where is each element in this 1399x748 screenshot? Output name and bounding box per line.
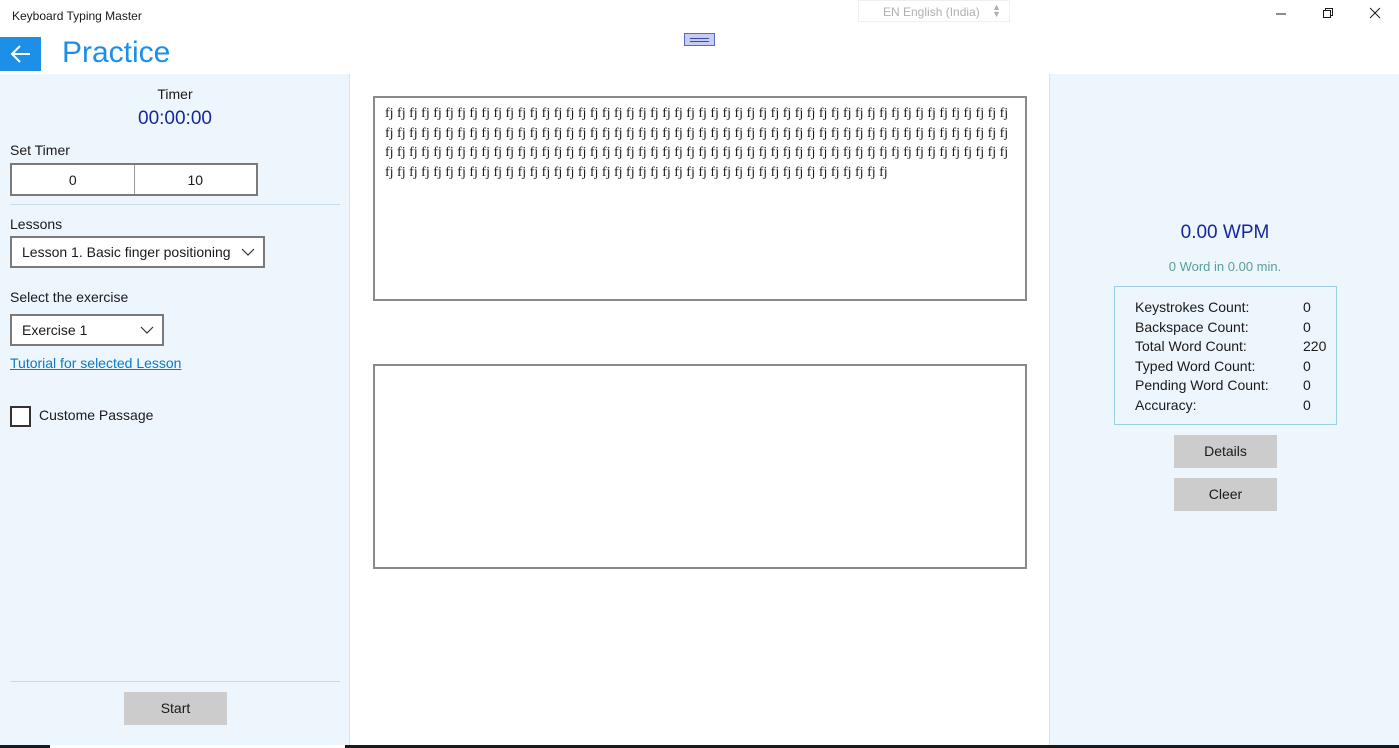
title-bar: Keyboard Typing Master EN English (India…	[0, 0, 1399, 34]
passage-text: fj fj fj fj fj fj fj fj fj fj fj fj fj f…	[373, 96, 1027, 301]
stat-value: 0	[1303, 299, 1311, 315]
wpm-value: 0.00 WPM	[1180, 222, 1270, 243]
typing-area: fj fj fj fj fj fj fj fj fj fj fj fj fj f…	[350, 74, 1049, 748]
stat-row: Accuracy: 0	[1135, 397, 1336, 417]
stat-row: Backspace Count: 0	[1135, 319, 1336, 339]
stat-row: Total Word Count: 220	[1135, 338, 1336, 358]
exercise-label: Select the exercise	[10, 289, 129, 305]
lesson-dropdown[interactable]: Lesson 1. Basic finger positioning	[10, 236, 265, 268]
exercise-selected-value: Exercise 1	[22, 322, 88, 338]
custom-passage-label: Custome Passage	[39, 407, 154, 423]
details-button[interactable]: Details	[1174, 435, 1277, 468]
minimize-button[interactable]	[1266, 6, 1296, 28]
typing-input[interactable]	[373, 364, 1027, 569]
timer-seconds-input[interactable]: 10	[135, 165, 257, 194]
timer-label: Timer	[157, 86, 193, 102]
divider	[10, 681, 340, 682]
stats-box: Keystrokes Count: 0 Backspace Count: 0 Tot…	[1114, 286, 1337, 425]
restore-icon	[1323, 8, 1333, 18]
divider	[10, 204, 340, 205]
stats-panel: 0.00 WPM 0 Word in 0.00 min. Keystrokes …	[1049, 74, 1399, 748]
exercise-dropdown[interactable]: Exercise 1	[10, 314, 164, 346]
stat-value: 0	[1303, 357, 1311, 374]
chevron-down-icon	[241, 248, 255, 256]
close-icon	[1369, 7, 1381, 19]
back-arrow-icon	[10, 45, 30, 63]
stat-value: 0	[1303, 396, 1311, 413]
lesson-selected-value: Lesson 1. Basic finger positioning	[22, 244, 231, 260]
back-button[interactable]	[0, 37, 41, 71]
word-min-summary: 0 Word in 0.00 min.	[1168, 259, 1282, 274]
minimize-icon	[1276, 13, 1286, 15]
language-label: EN English (India)	[883, 5, 980, 19]
updown-arrows-icon: ▲ ▼	[992, 2, 1001, 19]
chevron-down-icon	[140, 326, 154, 334]
stat-label: Accuracy:	[1135, 396, 1197, 413]
custom-passage-checkbox[interactable]	[10, 406, 31, 427]
settings-panel: Timer 00:00:00 Set Timer 0 10 Lessons Le…	[0, 74, 350, 748]
keyboard-toggle-button[interactable]	[684, 33, 715, 46]
stat-row: Keystrokes Count: 0	[1135, 299, 1336, 319]
stat-row: Typed Word Count: 0	[1135, 358, 1336, 378]
timer-minutes-input[interactable]: 0	[12, 165, 135, 194]
restore-button[interactable]	[1313, 6, 1343, 28]
stat-label: Total Word Count:	[1135, 338, 1247, 354]
page-title: Practice	[62, 36, 171, 69]
stat-label: Typed Word Count:	[1135, 357, 1256, 374]
set-timer-input: 0 10	[10, 163, 258, 196]
lessons-label: Lessons	[10, 216, 63, 232]
stat-label: Backspace Count:	[1135, 318, 1249, 335]
stat-value: 0	[1303, 318, 1311, 335]
start-button[interactable]: Start	[124, 692, 227, 725]
stat-row: Pending Word Count: 0	[1135, 377, 1336, 397]
stat-value: 220	[1303, 338, 1327, 354]
close-button[interactable]	[1360, 6, 1390, 28]
stat-label: Pending Word Count:	[1135, 377, 1269, 393]
timer-value: 00:00:00	[138, 108, 212, 129]
tutorial-link[interactable]: Tutorial for selected Lesson	[10, 355, 181, 371]
handle-line-icon	[690, 40, 709, 42]
app-title: Keyboard Typing Master	[12, 9, 142, 23]
handle-line-icon	[690, 37, 709, 39]
set-timer-label: Set Timer	[10, 142, 70, 158]
stat-value: 0	[1303, 377, 1311, 393]
stat-label: Keystrokes Count:	[1135, 299, 1250, 315]
language-selector[interactable]: EN English (India) ▲ ▼	[858, 0, 1010, 22]
clear-button[interactable]: Cleer	[1174, 478, 1277, 511]
